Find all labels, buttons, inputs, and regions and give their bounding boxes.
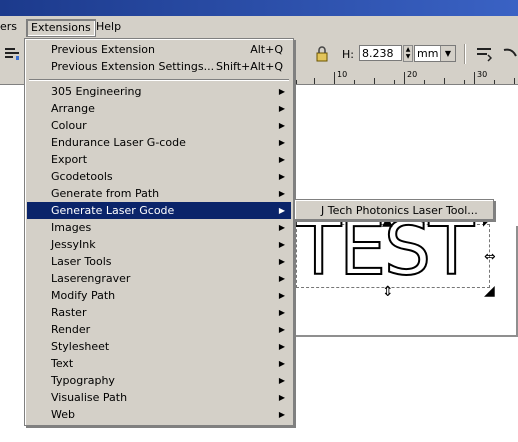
menu-bar: ers Extensions Help (0, 16, 518, 39)
menu-item-visualise-path[interactable]: Visualise Path ▶ (27, 389, 291, 406)
submenu-arrow-icon: ▶ (278, 410, 285, 419)
ruler-number: 10 (337, 70, 348, 79)
menu-item-arrange[interactable]: Arrange ▶ (27, 100, 291, 117)
unit-value: mm (417, 47, 439, 60)
menu-item-label: Arrange (51, 102, 95, 115)
menu-filters[interactable]: ers (0, 19, 21, 35)
height-spinner[interactable]: ▲ ▼ (403, 45, 413, 62)
menu-item-jtech-photonics-laser-tool[interactable]: J Tech Photonics Laser Tool... (297, 202, 491, 219)
menu-item-label: Web (51, 408, 75, 421)
menu-item-previous-extension-settings[interactable]: Previous Extension Settings... Shift+Alt… (27, 58, 291, 75)
menu-item-label: Render (51, 323, 91, 336)
menu-divider (29, 79, 289, 81)
align-icon[interactable] (4, 46, 20, 62)
menu-item-label: Typography (51, 374, 115, 387)
unit-select[interactable]: mm ▼ (414, 45, 456, 62)
height-input[interactable]: 8.238 (359, 45, 402, 61)
toolbar-separator (464, 44, 466, 64)
ruler-number: 20 (407, 70, 418, 79)
submenu-arrow-icon: ▶ (278, 325, 285, 334)
resize-handle-icon[interactable]: ⇔ (484, 250, 496, 264)
window-title-bar (0, 0, 518, 16)
menu-item-label: Generate Laser Gcode (51, 204, 175, 217)
menu-item-export[interactable]: Export ▶ (27, 151, 291, 168)
menu-item-label: Raster (51, 306, 87, 319)
menu-item-laser-tools[interactable]: Laser Tools ▶ (27, 253, 291, 270)
menu-item-label: Modify Path (51, 289, 116, 302)
menu-item-modify-path[interactable]: Modify Path ▶ (27, 287, 291, 304)
resize-handle-icon[interactable]: ⇕ (382, 285, 394, 299)
menu-item-label: Gcodetools (51, 170, 113, 183)
menu-extensions[interactable]: Extensions (26, 19, 96, 37)
submenu-arrow-icon: ▶ (278, 240, 285, 249)
generate-laser-gcode-submenu: J Tech Photonics Laser Tool... (294, 199, 494, 220)
submenu-arrow-icon: ▶ (278, 376, 285, 385)
menu-item-text[interactable]: Text ▶ (27, 355, 291, 372)
menu-item-render[interactable]: Render ▶ (27, 321, 291, 338)
submenu-arrow-icon: ▶ (278, 155, 285, 164)
menu-item-endurance-laser-gcode[interactable]: Endurance Laser G-code ▶ (27, 134, 291, 151)
submenu-arrow-icon: ▶ (278, 274, 285, 283)
menu-item-typography[interactable]: Typography ▶ (27, 372, 291, 389)
menu-item-label: Colour (51, 119, 87, 132)
submenu-arrow-icon: ▶ (278, 257, 285, 266)
menu-item-label: Visualise Path (51, 391, 128, 404)
submenu-arrow-icon: ▶ (278, 359, 285, 368)
submenu-arrow-icon: ▶ (278, 189, 285, 198)
transform-stroke-icon[interactable] (476, 46, 492, 62)
menu-item-gcodetools[interactable]: Gcodetools ▶ (27, 168, 291, 185)
menu-item-label: Laserengraver (51, 272, 131, 285)
menu-item-label: Previous Extension Settings... (51, 60, 215, 73)
menu-item-label: J Tech Photonics Laser Tool... (321, 204, 478, 217)
page-border-bottom (294, 335, 518, 337)
ruler-number: 30 (477, 70, 488, 79)
resize-handle-icon[interactable]: ◢ (484, 284, 495, 298)
menu-item-label: Endurance Laser G-code (51, 136, 186, 149)
submenu-arrow-icon: ▶ (278, 342, 285, 351)
menu-help-label: Help (96, 20, 122, 33)
submenu-arrow-icon: ▶ (278, 121, 285, 130)
spin-up-icon[interactable]: ▲ (404, 46, 412, 53)
menu-help[interactable]: Help (92, 19, 125, 35)
menu-item-label: JessyInk (51, 238, 96, 251)
submenu-arrow-icon: ▶ (278, 393, 285, 402)
submenu-arrow-icon: ▶ (278, 308, 285, 317)
chevron-down-icon[interactable]: ▼ (440, 46, 455, 61)
submenu-arrow-icon: ▶ (278, 291, 285, 300)
submenu-arrow-icon: ▶ (278, 223, 285, 232)
extensions-menu: Previous Extension Alt+Q Previous Extens… (24, 38, 294, 426)
submenu-arrow-icon: ▶ (278, 172, 285, 181)
submenu-arrow-icon: ▶ (278, 138, 285, 147)
menu-item-web[interactable]: Web ▶ (27, 406, 291, 423)
menu-item-shortcut: Shift+Alt+Q (216, 60, 283, 73)
menu-extensions-label: Extensions (31, 21, 91, 34)
menu-item-label: Export (51, 153, 88, 166)
menu-item-label: 305 Engineering (51, 85, 142, 98)
menu-item-images[interactable]: Images ▶ (27, 219, 291, 236)
menu-item-label: Previous Extension (51, 43, 155, 56)
menu-item-shortcut: Alt+Q (250, 43, 283, 56)
menu-item-label: Generate from Path (51, 187, 160, 200)
submenu-arrow-icon: ▶ (278, 87, 285, 96)
menu-item-label: Images (51, 221, 92, 234)
menu-item-label: Laser Tools (51, 255, 112, 268)
menu-item-laserengraver[interactable]: Laserengraver ▶ (27, 270, 291, 287)
menu-item-stylesheet[interactable]: Stylesheet ▶ (27, 338, 291, 355)
menu-item-generate-from-path[interactable]: Generate from Path ▶ (27, 185, 291, 202)
submenu-arrow-icon: ▶ (278, 206, 285, 215)
spin-down-icon[interactable]: ▼ (404, 53, 412, 60)
lock-icon[interactable] (314, 46, 330, 62)
menu-item-previous-extension[interactable]: Previous Extension Alt+Q (27, 41, 291, 58)
menu-item-305-engineering[interactable]: 305 Engineering ▶ (27, 83, 291, 100)
menu-item-colour[interactable]: Colour ▶ (27, 117, 291, 134)
menu-item-label: Text (51, 357, 74, 370)
menu-item-jessyink[interactable]: JessyInk ▶ (27, 236, 291, 253)
menu-item-raster[interactable]: Raster ▶ (27, 304, 291, 321)
menu-item-label: Stylesheet (51, 340, 110, 353)
transform-corners-icon[interactable] (502, 46, 518, 62)
submenu-arrow-icon: ▶ (278, 104, 285, 113)
height-label: H: (342, 48, 354, 61)
menu-item-generate-laser-gcode[interactable]: Generate Laser Gcode ▶ (27, 202, 291, 219)
